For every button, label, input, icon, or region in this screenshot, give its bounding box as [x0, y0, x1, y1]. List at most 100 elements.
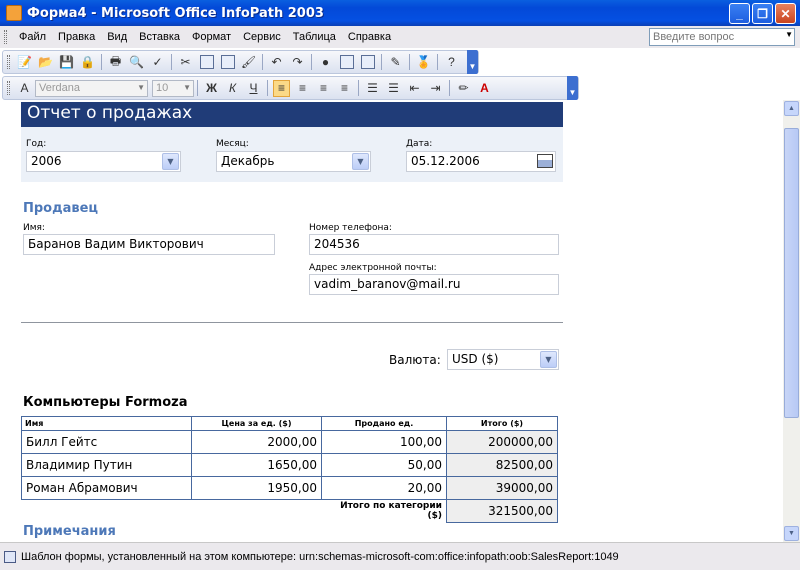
- email-field[interactable]: vadim_baranov@mail.ru: [309, 274, 559, 295]
- help-icon[interactable]: ?: [443, 54, 460, 71]
- vertical-scrollbar[interactable]: ▲ ▼: [783, 100, 800, 542]
- cell-name[interactable]: Билл Гейтс: [21, 430, 192, 454]
- menu-insert[interactable]: Вставка: [133, 29, 186, 45]
- menu-edit[interactable]: Правка: [52, 29, 101, 45]
- cell-name[interactable]: Владимир Путин: [21, 453, 192, 477]
- minimize-button[interactable]: _: [729, 3, 750, 24]
- toolbar-grip[interactable]: [7, 81, 10, 95]
- menu-format[interactable]: Формат: [186, 29, 237, 45]
- standard-toolbar: 📝 📂 💾 🔒 🖶 🔍 ✓ ✂ 🖌 ↶ ↷ ● ✎ 🏅 ? ▼: [2, 50, 479, 74]
- toolbar-grip[interactable]: [7, 55, 10, 69]
- toolbar-separator: [358, 80, 359, 96]
- cell-price[interactable]: 1950,00: [191, 476, 322, 500]
- calendar-icon[interactable]: [537, 154, 553, 168]
- insert-picture-icon[interactable]: ●: [317, 54, 334, 71]
- status-bar: Шаблон формы, установленный на этом комп…: [0, 542, 800, 570]
- month-select[interactable]: Декабрь ▼: [216, 151, 371, 172]
- open-icon[interactable]: 📂: [37, 54, 54, 71]
- notes-section-heading: Примечания: [23, 524, 116, 539]
- menu-file[interactable]: Файл: [13, 29, 52, 45]
- format-painter-icon[interactable]: 🖌: [240, 54, 257, 71]
- formatting-toolbar: A Verdana ▼ 10 ▼ Ж К Ч ≡ ≡ ≡ ≡ ☰ ☰ ⇤ ⇥ ✏…: [2, 76, 579, 100]
- cell-sold[interactable]: 20,00: [321, 476, 447, 500]
- align-center-icon[interactable]: ≡: [294, 80, 311, 97]
- column-header-price: Цена за ед. ($): [191, 416, 322, 431]
- numbering-icon[interactable]: ☰: [364, 80, 381, 97]
- date-picker[interactable]: 05.12.2006: [406, 151, 556, 172]
- undo-icon[interactable]: ↶: [268, 54, 285, 71]
- ask-question-input[interactable]: Введите вопрос ▼: [649, 28, 795, 46]
- align-left-icon[interactable]: ≡: [273, 79, 290, 97]
- chevron-down-icon[interactable]: ▼: [540, 351, 557, 368]
- cell-price[interactable]: 1650,00: [191, 453, 322, 477]
- menu-tools[interactable]: Сервис: [237, 29, 287, 45]
- new-icon[interactable]: 📝: [16, 54, 33, 71]
- maximize-button[interactable]: ❐: [752, 3, 773, 24]
- redo-icon[interactable]: ↷: [289, 54, 306, 71]
- table-row: Роман Абрамович 1950,00 20,00 39000,00: [21, 476, 558, 500]
- sales-table: Имя Цена за ед. ($) Продано ед. Итого ($…: [21, 416, 558, 523]
- menu-bar: Файл Правка Вид Вставка Формат Сервис Та…: [0, 26, 800, 48]
- scroll-thumb[interactable]: [784, 128, 799, 418]
- menu-view[interactable]: Вид: [101, 29, 133, 45]
- status-text: Шаблон формы, установленный на этом комп…: [21, 550, 619, 563]
- menu-help[interactable]: Справка: [342, 29, 397, 45]
- bold-button[interactable]: Ж: [203, 80, 220, 97]
- cell-sold[interactable]: 100,00: [321, 430, 447, 454]
- print-preview-icon[interactable]: 🔍: [128, 54, 145, 71]
- year-label: Год:: [26, 139, 47, 149]
- justify-icon[interactable]: ≡: [336, 80, 353, 97]
- chevron-down-icon[interactable]: ▼: [162, 153, 179, 170]
- phone-value: 204536: [314, 237, 360, 251]
- cell-total: 39000,00: [446, 476, 558, 500]
- font-name-select[interactable]: Verdana ▼: [35, 79, 148, 97]
- underline-button[interactable]: Ч: [245, 80, 262, 97]
- phone-field[interactable]: 204536: [309, 234, 559, 255]
- currency-label: Валюта:: [389, 353, 441, 367]
- toolbar-separator: [409, 54, 410, 70]
- insert-table-icon[interactable]: [338, 54, 355, 71]
- toolbar-options-icon[interactable]: ▼: [467, 50, 478, 74]
- design-task-icon[interactable]: ✎: [387, 54, 404, 71]
- table-header-row: Имя Цена за ед. ($) Продано ед. Итого ($…: [21, 416, 558, 431]
- menu-grip[interactable]: [4, 30, 7, 44]
- close-button[interactable]: ✕: [775, 3, 796, 24]
- name-field[interactable]: Баранов Вадим Викторович: [23, 234, 275, 255]
- permission-icon[interactable]: 🔒: [79, 54, 96, 71]
- cell-sold[interactable]: 50,00: [321, 453, 447, 477]
- cell-price[interactable]: 2000,00: [191, 430, 322, 454]
- toolbar-options-icon[interactable]: ▼: [567, 76, 578, 100]
- spelling-icon[interactable]: ✓: [149, 54, 166, 71]
- print-icon[interactable]: 🖶: [107, 54, 124, 71]
- window-title: Форма4 - Microsoft Office InfoPath 2003: [27, 5, 324, 21]
- decrease-indent-icon[interactable]: ⇤: [406, 80, 423, 97]
- copy-icon[interactable]: [198, 54, 215, 71]
- menu-table[interactable]: Таблица: [287, 29, 342, 45]
- save-icon[interactable]: 💾: [58, 54, 75, 71]
- toolbar-separator: [449, 80, 450, 96]
- digital-signature-icon[interactable]: 🏅: [415, 54, 432, 71]
- font-color-icon[interactable]: A: [476, 80, 493, 97]
- toolbar-separator: [101, 54, 102, 70]
- highlight-icon[interactable]: ✏: [455, 80, 472, 97]
- infopath-app-icon[interactable]: [6, 5, 22, 21]
- font-size-select[interactable]: 10 ▼: [152, 79, 194, 97]
- total-label: Итого по категории ($): [340, 501, 442, 522]
- italic-button[interactable]: К: [224, 80, 241, 97]
- cell-name[interactable]: Роман Абрамович: [21, 476, 192, 500]
- bullets-icon[interactable]: ☰: [385, 80, 402, 97]
- styles-icon[interactable]: A: [16, 80, 33, 97]
- chevron-down-icon[interactable]: ▼: [352, 153, 369, 170]
- chevron-down-icon[interactable]: ▼: [137, 83, 145, 92]
- insert-image-icon[interactable]: [359, 54, 376, 71]
- cut-icon[interactable]: ✂: [177, 54, 194, 71]
- paste-icon[interactable]: [219, 54, 236, 71]
- currency-select[interactable]: USD ($) ▼: [447, 349, 559, 370]
- chevron-down-icon[interactable]: ▼: [183, 83, 191, 92]
- chevron-down-icon[interactable]: ▼: [785, 30, 793, 39]
- scroll-down-icon[interactable]: ▼: [784, 526, 799, 541]
- year-select[interactable]: 2006 ▼: [26, 151, 181, 172]
- scroll-up-icon[interactable]: ▲: [784, 101, 799, 116]
- align-right-icon[interactable]: ≡: [315, 80, 332, 97]
- increase-indent-icon[interactable]: ⇥: [427, 80, 444, 97]
